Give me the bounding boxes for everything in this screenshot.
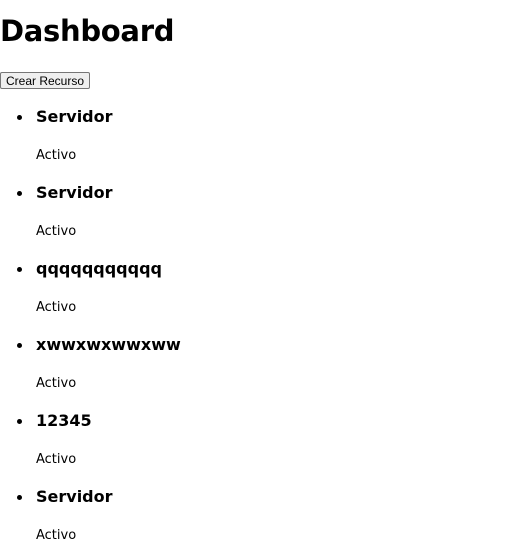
resource-name: Servidor (36, 183, 113, 202)
list-item: qqqqqqqqqqq Activo (0, 250, 524, 326)
bullet-icon (17, 267, 22, 272)
list-item: Servidor Activo (0, 98, 524, 174)
resource-status: Activo (36, 452, 77, 467)
resource-status: Activo (36, 224, 77, 239)
list-item: xwwxwxwwxww Activo (0, 326, 524, 402)
resource-name: Servidor (36, 487, 113, 506)
page-title: Dashboard (0, 14, 175, 48)
list-item: 12345 Activo (0, 402, 524, 478)
resource-status: Activo (36, 376, 77, 391)
resource-status: Activo (36, 528, 77, 543)
bullet-icon (17, 419, 22, 424)
bullet-icon (17, 115, 22, 120)
bullet-icon (17, 343, 22, 348)
create-resource-button[interactable]: Crear Recurso (0, 72, 91, 89)
bullet-icon (17, 495, 22, 500)
list-item: Servidor Activo (0, 174, 524, 250)
resource-name: xwwxwxwwxww (36, 335, 181, 354)
bullet-icon (17, 191, 22, 196)
resource-status: Activo (36, 300, 77, 315)
list-item: Servidor Activo (0, 478, 524, 554)
resource-list: Servidor Activo Servidor Activo qqqqqqqq… (0, 98, 524, 554)
resource-name: qqqqqqqqqqq (36, 259, 162, 278)
resource-name: 12345 (36, 411, 92, 430)
resource-status: Activo (36, 148, 77, 163)
resource-name: Servidor (36, 107, 113, 126)
